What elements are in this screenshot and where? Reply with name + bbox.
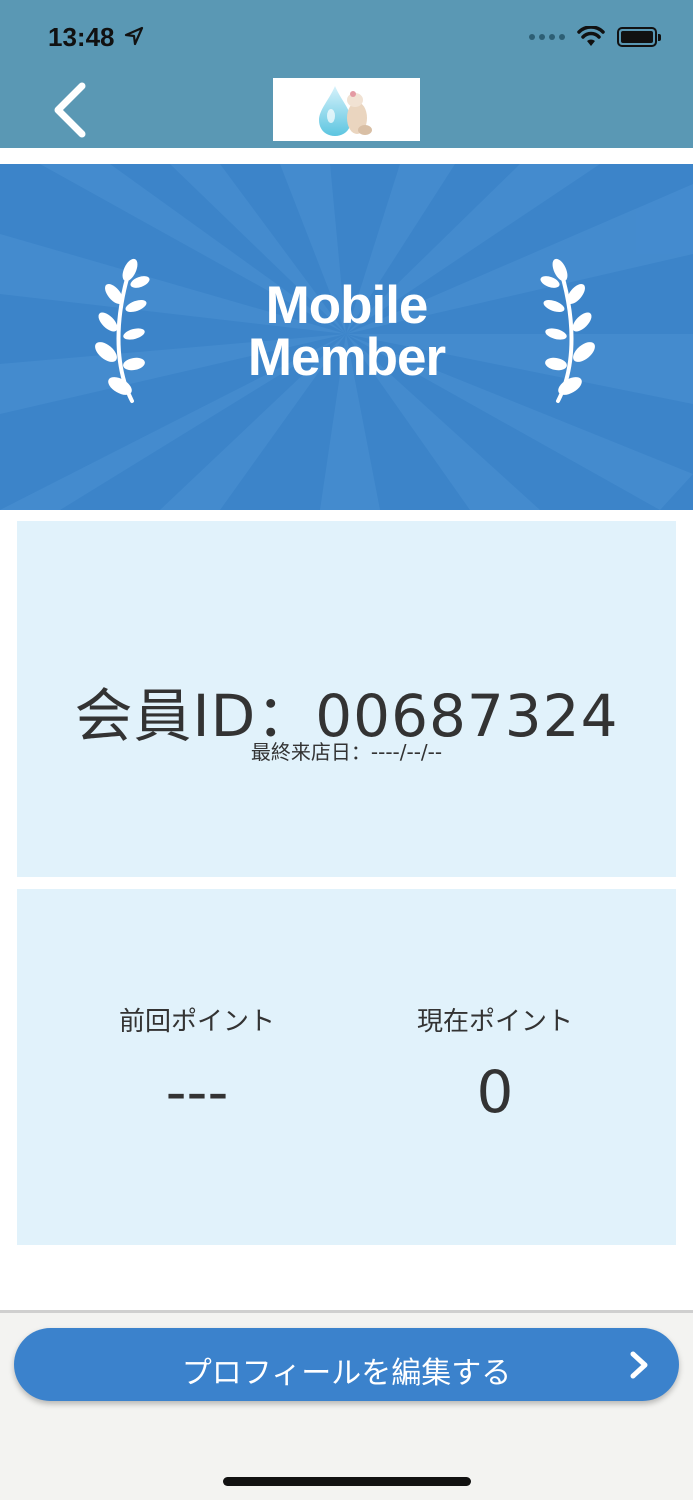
top-navigation-bar: 13:48 xyxy=(0,0,693,148)
previous-points-label: 前回ポイント xyxy=(118,1007,275,1037)
current-points-label: 現在ポイント xyxy=(416,1007,573,1037)
brand-logo[interactable] xyxy=(273,78,420,141)
home-indicator[interactable] xyxy=(223,1477,471,1486)
banner-title: Mobile Member xyxy=(0,276,693,387)
current-points-value: 0 xyxy=(476,1058,514,1126)
member-id-card: 会員ID：00687324 最終来店日：----/--/-- xyxy=(17,521,676,877)
previous-points: 前回ポイント --- xyxy=(57,1001,337,1126)
mobile-member-banner: Mobile Member xyxy=(0,164,693,510)
points-card: 前回ポイント --- 現在ポイント 0 xyxy=(17,889,676,1245)
edit-profile-button[interactable]: プロフィールを編集する xyxy=(14,1328,679,1401)
signal-icon xyxy=(529,34,565,40)
back-button[interactable] xyxy=(40,78,100,142)
location-arrow-icon xyxy=(124,26,144,46)
nav-separator xyxy=(0,148,693,164)
chevron-right-icon xyxy=(630,1351,648,1379)
chevron-left-icon xyxy=(54,82,86,138)
last-visit-date: 最終来店日：----/--/-- xyxy=(250,740,443,764)
wifi-icon xyxy=(577,26,605,46)
footer-divider xyxy=(0,1310,693,1313)
current-points: 現在ポイント 0 xyxy=(355,1001,635,1126)
logo-image xyxy=(319,86,372,136)
status-indicators xyxy=(529,26,661,48)
battery-icon xyxy=(617,27,661,47)
banner-title-line2: Member xyxy=(247,328,446,387)
status-time: 13:48 xyxy=(48,22,115,52)
previous-points-value: --- xyxy=(165,1058,229,1126)
edit-profile-label: プロフィールを編集する xyxy=(181,1356,512,1391)
banner-title-line1: Mobile xyxy=(265,276,429,335)
